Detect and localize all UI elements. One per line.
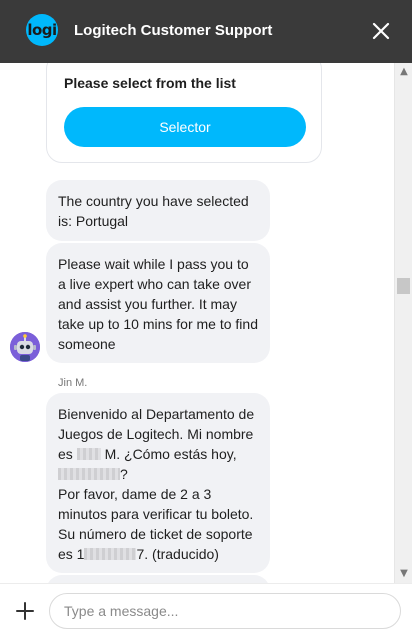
message-partial bbox=[46, 575, 270, 583]
message-text: Please wait while I pass you to a live e… bbox=[58, 256, 258, 352]
message-text: ? bbox=[120, 466, 128, 482]
robot-icon bbox=[10, 332, 40, 362]
message-text: 7. (traducido) bbox=[136, 546, 219, 562]
message-country-selected: The country you have selected is: Portug… bbox=[46, 180, 270, 241]
chat-header: logi Logitech Customer Support bbox=[0, 0, 412, 63]
message-text: Por favor, dame de 2 a 3 minutos para ve… bbox=[58, 486, 254, 522]
header-title: Logitech Customer Support bbox=[74, 22, 273, 39]
redacted-text bbox=[84, 548, 137, 560]
redacted-text bbox=[76, 448, 101, 460]
message-text: The country you have selected is: Portug… bbox=[58, 193, 249, 229]
bot-avatar bbox=[10, 332, 40, 362]
selector-button[interactable]: Selector bbox=[64, 107, 306, 147]
chat-transcript[interactable]: Please select from the list Selector The… bbox=[0, 63, 394, 583]
chat-scrollbar[interactable]: ▲ ▼ bbox=[394, 63, 412, 583]
scroll-thumb[interactable] bbox=[397, 278, 410, 294]
selection-card: Please select from the list Selector bbox=[46, 63, 322, 163]
close-icon bbox=[372, 22, 390, 40]
sender-name: Jin M. bbox=[58, 377, 88, 389]
scroll-up-icon[interactable]: ▲ bbox=[399, 67, 409, 77]
message-text: M. ¿Cómo estás hoy, bbox=[104, 446, 237, 462]
scroll-down-icon[interactable]: ▼ bbox=[399, 569, 409, 579]
message-agent-welcome: Bienvenido al Departamento de Juegos de … bbox=[46, 393, 270, 573]
redacted-text bbox=[58, 468, 120, 480]
plus-icon bbox=[16, 602, 34, 620]
composer bbox=[0, 583, 412, 636]
close-button[interactable] bbox=[368, 18, 394, 44]
attach-button[interactable] bbox=[14, 600, 36, 622]
message-please-wait: Please wait while I pass you to a live e… bbox=[46, 243, 270, 363]
message-input[interactable] bbox=[49, 593, 401, 629]
logitech-logo: logi bbox=[26, 14, 58, 46]
selection-card-title: Please select from the list bbox=[64, 75, 236, 91]
